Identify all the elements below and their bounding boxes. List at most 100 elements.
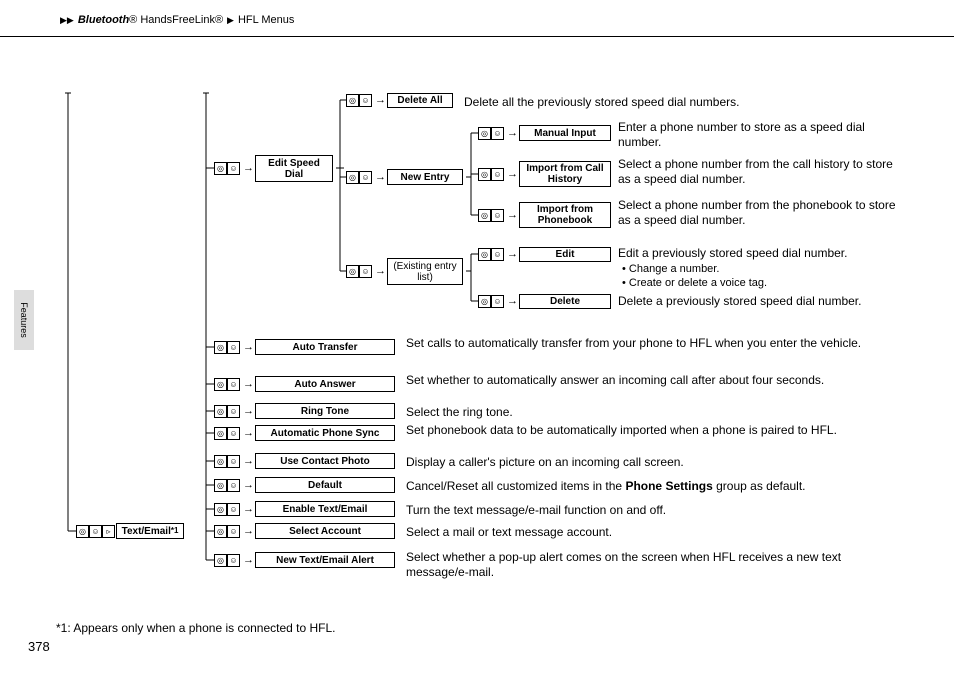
footnote: *1: Appears only when a phone is connect… — [56, 621, 336, 635]
dial-icon: ☺ — [227, 554, 240, 567]
selector-icons: ◎☺ — [214, 503, 240, 516]
dial-icon: ☺ — [359, 94, 372, 107]
arrow-right-icon: → — [243, 456, 254, 467]
arrow-right-icon: → — [243, 526, 254, 537]
dial-icon: ☺ — [491, 295, 504, 308]
dial-icon: ◎ — [214, 162, 227, 175]
dial-icon: ☺ — [227, 479, 240, 492]
selector-icons: ◎☺ — [478, 209, 504, 222]
desc-new-alert: Select whether a pop-up alert comes on t… — [406, 550, 906, 580]
arrow-right-icon: → — [375, 95, 386, 106]
arrow-right-icon: → — [375, 266, 386, 277]
selector-icons: ◎ ☺ — [214, 162, 240, 175]
dial-icon: ☺ — [359, 171, 372, 184]
chevron-right-icon: ▶▶ — [60, 15, 74, 26]
menu-diagram: ◎ ☺ ▹ Text/Email*1 ◎ ☺ → Edit Speed Dial… — [56, 85, 924, 614]
menu-ring-tone: Ring Tone — [255, 403, 395, 419]
desc-delete: Delete a previously stored speed dial nu… — [618, 294, 908, 309]
menu-import-call-history: Import from Call History — [519, 161, 611, 187]
selector-icons: ◎☺ — [214, 378, 240, 391]
arrow-right-icon: → — [243, 163, 254, 174]
divider — [0, 36, 954, 37]
sidebar-tab: Features — [14, 290, 34, 350]
menu-new-entry: New Entry — [387, 169, 463, 185]
arrow-right-icon: → — [243, 406, 254, 417]
dial-icon: ◎ — [346, 171, 359, 184]
breadcrumb-current: HFL Menus — [238, 14, 294, 26]
selector-icons: ◎☺ — [478, 248, 504, 261]
dial-icon: ☺ — [227, 427, 240, 440]
desc-edit-bullet2: • Create or delete a voice tag. — [622, 277, 767, 291]
dial-icon: ◎ — [214, 378, 227, 391]
menu-edit: Edit — [519, 247, 611, 262]
desc-default: Cancel/Reset all customized items in the… — [406, 479, 916, 494]
dial-icon: ☺ — [227, 378, 240, 391]
dial-icon: ◎ — [478, 127, 491, 140]
selector-icons: ◎☺ — [214, 455, 240, 468]
desc-use-contact: Display a caller's picture on an incomin… — [406, 455, 906, 470]
dial-icon: ☺ — [491, 248, 504, 261]
dial-icon: ◎ — [478, 295, 491, 308]
chevron-right-icon: ▶ — [227, 15, 234, 26]
selector-icons: ◎☺ — [214, 427, 240, 440]
dial-icon: ☺ — [491, 127, 504, 140]
dial-icon: ☺ — [227, 525, 240, 538]
dial-icon: ▹ — [102, 525, 115, 538]
menu-select-account: Select Account — [255, 523, 395, 539]
arrow-right-icon: → — [243, 480, 254, 491]
desc-manual-input: Enter a phone number to store as a speed… — [618, 120, 898, 150]
dial-icon: ☺ — [227, 455, 240, 468]
arrow-right-icon: → — [243, 379, 254, 390]
menu-auto-transfer: Auto Transfer — [255, 339, 395, 355]
selector-icons: ◎☺ — [214, 554, 240, 567]
arrow-right-icon: → — [507, 169, 518, 180]
menu-use-contact-photo: Use Contact Photo — [255, 453, 395, 469]
selector-icons: ◎☺ — [478, 168, 504, 181]
menu-delete: Delete — [519, 294, 611, 309]
dial-icon: ◎ — [214, 554, 227, 567]
arrow-right-icon: → — [507, 249, 518, 260]
menu-new-text-email-alert: New Text/Email Alert — [255, 552, 395, 568]
arrow-right-icon: → — [243, 428, 254, 439]
desc-edit: Edit a previously stored speed dial numb… — [618, 246, 908, 261]
page-number: 378 — [28, 639, 50, 654]
selector-icons: ◎ ☺ ▹ — [76, 525, 115, 538]
desc-import-ch: Select a phone number from the call hist… — [618, 157, 898, 187]
dial-icon: ◎ — [478, 209, 491, 222]
selector-icons: ◎☺ — [214, 341, 240, 354]
dial-icon: ◎ — [214, 427, 227, 440]
menu-existing-entry: (Existing entry list) — [387, 258, 463, 285]
dial-icon: ◎ — [76, 525, 89, 538]
desc-enable-te: Turn the text message/e-mail function on… — [406, 503, 906, 518]
dial-icon: ◎ — [214, 341, 227, 354]
desc-ring-tone: Select the ring tone. — [406, 405, 906, 420]
selector-icons: ◎☺ — [346, 265, 372, 278]
breadcrumb: ▶▶ Bluetooth® HandsFreeLink® ▶ HFL Menus — [60, 14, 294, 26]
desc-auto-transfer: Set calls to automatically transfer from… — [406, 336, 906, 351]
selector-icons: ◎☺ — [346, 171, 372, 184]
arrow-right-icon: → — [507, 128, 518, 139]
menu-text-email: Text/Email*1 — [116, 523, 184, 539]
selector-icons: ◎☺ — [478, 295, 504, 308]
arrow-right-icon: → — [375, 172, 386, 183]
menu-auto-sync: Automatic Phone Sync — [255, 425, 395, 441]
arrow-right-icon: → — [507, 210, 518, 221]
desc-auto-sync: Set phonebook data to be automatically i… — [406, 423, 906, 438]
dial-icon: ◎ — [214, 525, 227, 538]
dial-icon: ☺ — [227, 503, 240, 516]
dial-icon: ☺ — [359, 265, 372, 278]
dial-icon: ◎ — [214, 503, 227, 516]
menu-import-phonebook: Import from Phonebook — [519, 202, 611, 228]
menu-manual-input: Manual Input — [519, 125, 611, 141]
dial-icon: ☺ — [89, 525, 102, 538]
dial-icon: ◎ — [478, 168, 491, 181]
selector-icons: ◎☺ — [214, 479, 240, 492]
menu-auto-answer: Auto Answer — [255, 376, 395, 392]
desc-delete-all: Delete all the previously stored speed d… — [464, 95, 894, 110]
menu-default: Default — [255, 477, 395, 493]
dial-icon: ☺ — [491, 168, 504, 181]
menu-delete-all: Delete All — [387, 93, 453, 108]
arrow-right-icon: → — [243, 555, 254, 566]
dial-icon: ◎ — [346, 94, 359, 107]
selector-icons: ◎☺ — [214, 405, 240, 418]
